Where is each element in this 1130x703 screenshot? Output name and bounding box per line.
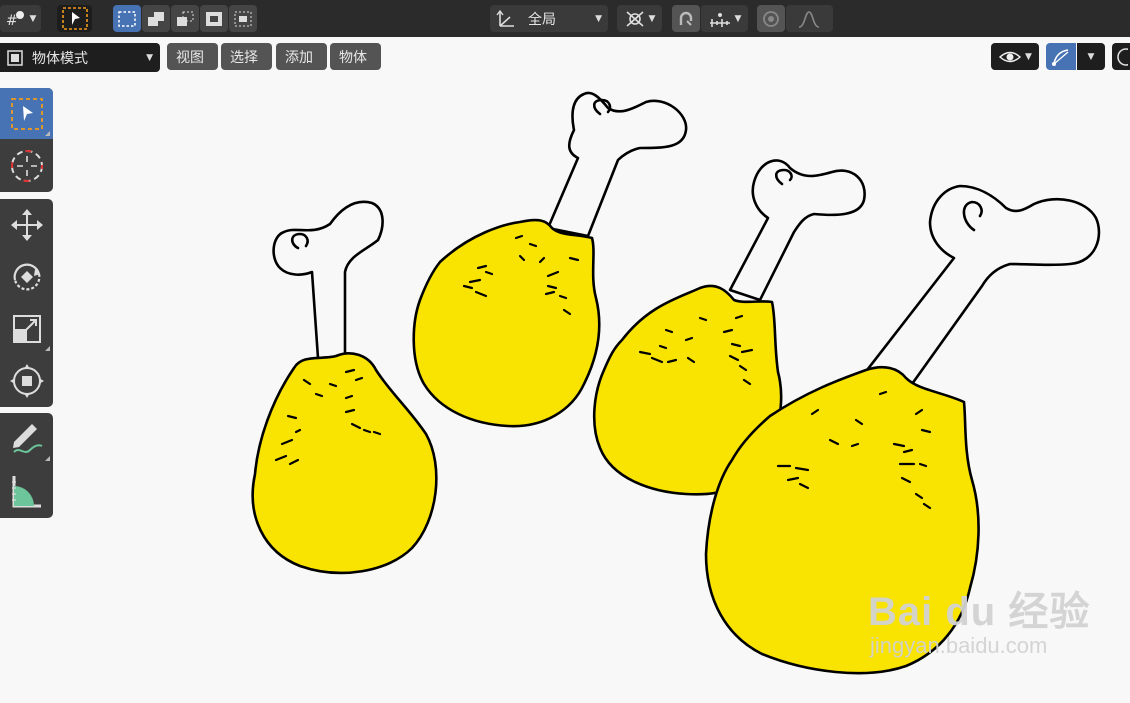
watermark-brand: Bai du 经验 [868,590,1091,634]
drumstick-1 [251,200,438,575]
baidu-watermark: Bai du 经验 jingyan.baidu.com [868,590,1090,658]
watermark-url: jingyan.baidu.com [870,633,1048,658]
